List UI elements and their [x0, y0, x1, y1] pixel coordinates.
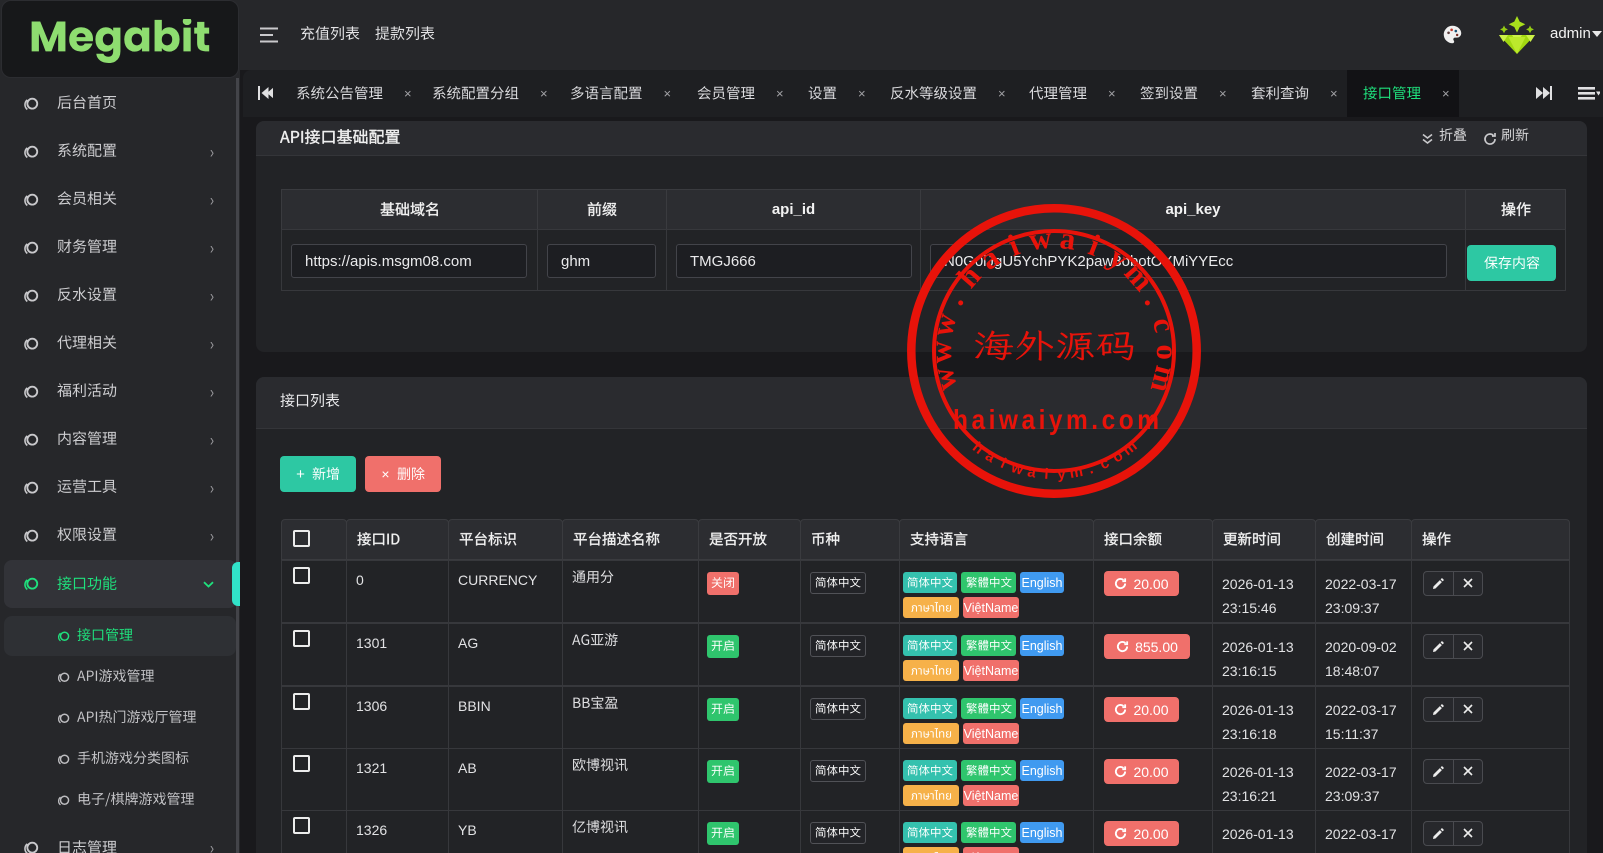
- svg-text:c: c: [1145, 314, 1182, 336]
- svg-text:a: a: [1026, 463, 1038, 481]
- svg-text:i: i: [1043, 466, 1048, 483]
- svg-text:w: w: [924, 364, 964, 395]
- svg-text:m: m: [1119, 438, 1140, 460]
- svg-text:y: y: [1056, 465, 1066, 483]
- svg-text:o: o: [1149, 344, 1184, 360]
- svg-text:w: w: [923, 309, 962, 339]
- svg-text:w: w: [922, 340, 957, 363]
- svg-text:i: i: [1003, 227, 1024, 263]
- svg-text:h: h: [949, 258, 987, 294]
- svg-text:w: w: [1026, 220, 1053, 258]
- svg-text:m: m: [1143, 363, 1183, 397]
- svg-text:i: i: [1084, 227, 1105, 263]
- svg-text:a: a: [1058, 220, 1078, 257]
